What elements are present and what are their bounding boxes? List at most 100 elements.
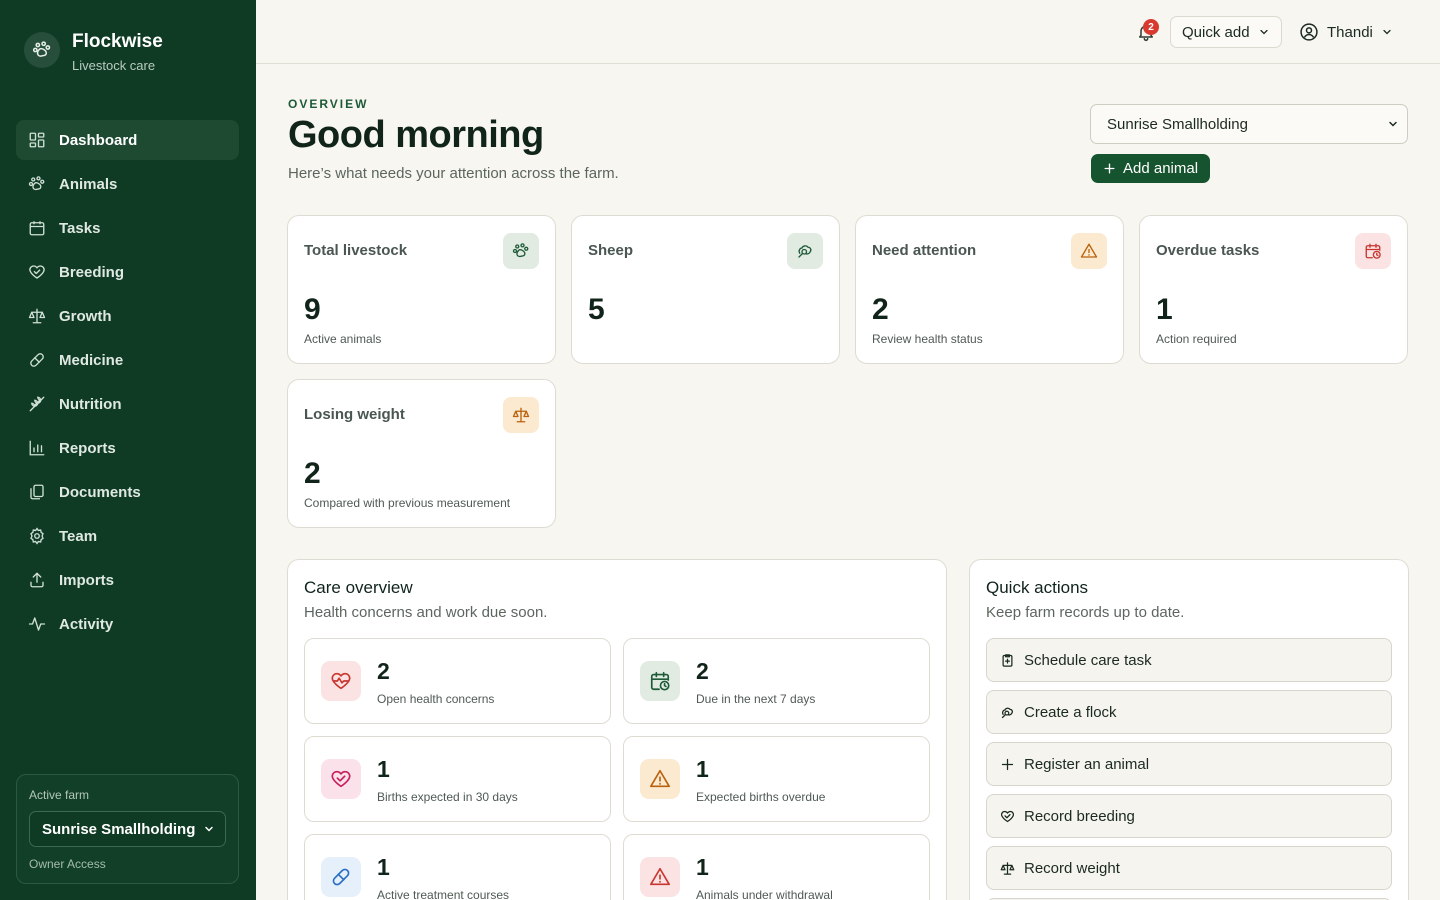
heart-icon (321, 759, 361, 799)
care-card-births-overdue[interactable]: 1 Expected births overdue (623, 736, 930, 822)
stat-value: 9 (304, 293, 321, 326)
add-animal-label: Add animal (1123, 160, 1199, 177)
quick-action-label: Create a flock (1024, 703, 1117, 721)
brand-tagline: Livestock care (72, 58, 156, 73)
active-farm-select[interactable]: Sunrise Smallholding (29, 811, 226, 847)
sidebar-item-label: Dashboard (59, 131, 138, 149)
sidebar-nav: Dashboard Animals Tasks Breeding Growth … (16, 120, 239, 648)
care-overview-subtitle: Health concerns and work due soon. (304, 604, 548, 621)
quick-action-label: Record breeding (1024, 807, 1135, 825)
stat-card-total-livestock[interactable]: Total livestock 9 Active animals (287, 215, 556, 364)
stat-value: 5 (588, 293, 605, 326)
plus-icon (1001, 758, 1014, 770)
care-value: 2 (377, 658, 390, 684)
pill-icon (30, 353, 44, 367)
scale-icon (1000, 861, 1015, 875)
stat-card-losing-weight[interactable]: Losing weight 2 Compared with previous m… (287, 379, 556, 528)
sidebar-item-reports[interactable]: Reports (16, 428, 239, 468)
sidebar-item-tasks[interactable]: Tasks (16, 208, 239, 248)
stat-label: Total livestock (304, 242, 408, 259)
sidebar-item-breeding[interactable]: Breeding (16, 252, 239, 292)
sidebar-item-nutrition[interactable]: Nutrition (16, 384, 239, 424)
sidebar-item-label: Documents (59, 483, 141, 501)
stat-note: Active animals (304, 332, 382, 346)
sidebar-item-label: Activity (59, 615, 114, 633)
stat-card-need-attention[interactable]: Need attention 2 Review health status (855, 215, 1124, 364)
care-label: Births expected in 30 days (377, 790, 518, 804)
stat-card-sheep[interactable]: Sheep 5 (571, 215, 840, 364)
sidebar-item-activity[interactable]: Activity (16, 604, 239, 644)
care-value: 1 (696, 756, 709, 782)
user-menu[interactable]: Thandi (1299, 16, 1393, 48)
chevron-down-icon (1389, 121, 1397, 127)
quick-actions-subtitle: Keep farm records up to date. (986, 604, 1185, 621)
quick-action-label: Record weight (1024, 859, 1120, 877)
quick-action-label: Schedule care task (1024, 651, 1152, 669)
sidebar-item-label: Imports (59, 571, 115, 589)
farm-select[interactable]: Sunrise Smallholding (1090, 104, 1408, 144)
sidebar-item-label: Nutrition (59, 395, 122, 413)
calendar-clock-icon (1355, 233, 1391, 269)
paw-icon (503, 233, 539, 269)
record-breeding-button[interactable]: Record breeding (986, 794, 1392, 838)
scale-icon (503, 397, 539, 433)
sheep-icon (787, 233, 823, 269)
clipboard-icon (1002, 653, 1013, 667)
stat-card-overdue-tasks[interactable]: Overdue tasks 1 Action required (1139, 215, 1408, 364)
care-value: 1 (377, 854, 390, 880)
bar-chart-icon (29, 440, 45, 456)
care-card-health-concerns[interactable]: 2 Open health concerns (304, 638, 611, 724)
pill-icon (321, 857, 361, 897)
stat-label: Overdue tasks (1156, 242, 1260, 259)
quick-add-label: Quick add (1182, 23, 1250, 41)
stat-label: Losing weight (304, 406, 405, 423)
stat-value: 2 (872, 293, 889, 326)
care-overview-title: Care overview (304, 578, 413, 597)
sidebar-item-animals[interactable]: Animals (16, 164, 239, 204)
care-card-withdrawal[interactable]: 1 Animals under withdrawal (623, 834, 930, 900)
sidebar-item-label: Breeding (59, 263, 125, 281)
chevron-down-icon (205, 826, 213, 832)
farm-select-value: Sunrise Smallholding (1107, 115, 1248, 133)
sidebar-item-documents[interactable]: Documents (16, 472, 239, 512)
care-card-due-soon[interactable]: 2 Due in the next 7 days (623, 638, 930, 724)
record-weight-button[interactable]: Record weight (986, 846, 1392, 890)
active-farm-label: Active farm (29, 788, 90, 802)
stat-note: Action required (1156, 332, 1237, 346)
register-animal-button[interactable]: Register an animal (986, 742, 1392, 786)
sidebar-item-label: Animals (59, 175, 118, 193)
care-value: 2 (696, 658, 709, 684)
user-circle-icon (1300, 23, 1318, 41)
stat-note: Review health status (872, 332, 983, 346)
stat-label: Sheep (588, 242, 634, 259)
heart-pulse-icon (321, 661, 361, 701)
upload-icon (30, 572, 44, 588)
brand[interactable]: Flockwise Livestock care (24, 31, 163, 73)
care-label: Active treatment courses (377, 888, 510, 900)
add-animal-button[interactable]: Add animal (1091, 154, 1211, 183)
care-label: Due in the next 7 days (696, 692, 816, 706)
sidebar-item-growth[interactable]: Growth (16, 296, 239, 336)
sidebar-item-imports[interactable]: Imports (16, 560, 239, 600)
paw-icon (28, 176, 45, 191)
sidebar-item-label: Team (59, 527, 98, 545)
care-card-births-expected[interactable]: 1 Births expected in 30 days (304, 736, 611, 822)
notification-badge: 2 (1143, 19, 1159, 35)
page-subtitle: Here’s what needs your attention across … (288, 165, 619, 182)
farm-access-level: Owner Access (29, 857, 106, 871)
sidebar-item-team[interactable]: Team (16, 516, 239, 556)
schedule-care-task-button[interactable]: Schedule care task (986, 638, 1392, 682)
wheat-icon (29, 396, 45, 412)
quick-actions-panel: Quick actions Keep farm records up to da… (969, 559, 1409, 900)
sidebar-item-medicine[interactable]: Medicine (16, 340, 239, 380)
page-title: Good morning (288, 114, 544, 156)
sidebar-item-dashboard[interactable]: Dashboard (16, 120, 239, 160)
create-flock-button[interactable]: Create a flock (986, 690, 1392, 734)
sidebar-item-label: Reports (59, 439, 116, 457)
quick-add-button[interactable]: Quick add (1170, 16, 1282, 48)
care-card-treatment-courses[interactable]: 1 Active treatment courses (304, 834, 611, 900)
page-overline: OVERVIEW (288, 97, 369, 111)
topbar: 2 Quick add Thandi (256, 0, 1440, 64)
warning-icon (640, 759, 680, 799)
plus-icon (1104, 163, 1115, 174)
